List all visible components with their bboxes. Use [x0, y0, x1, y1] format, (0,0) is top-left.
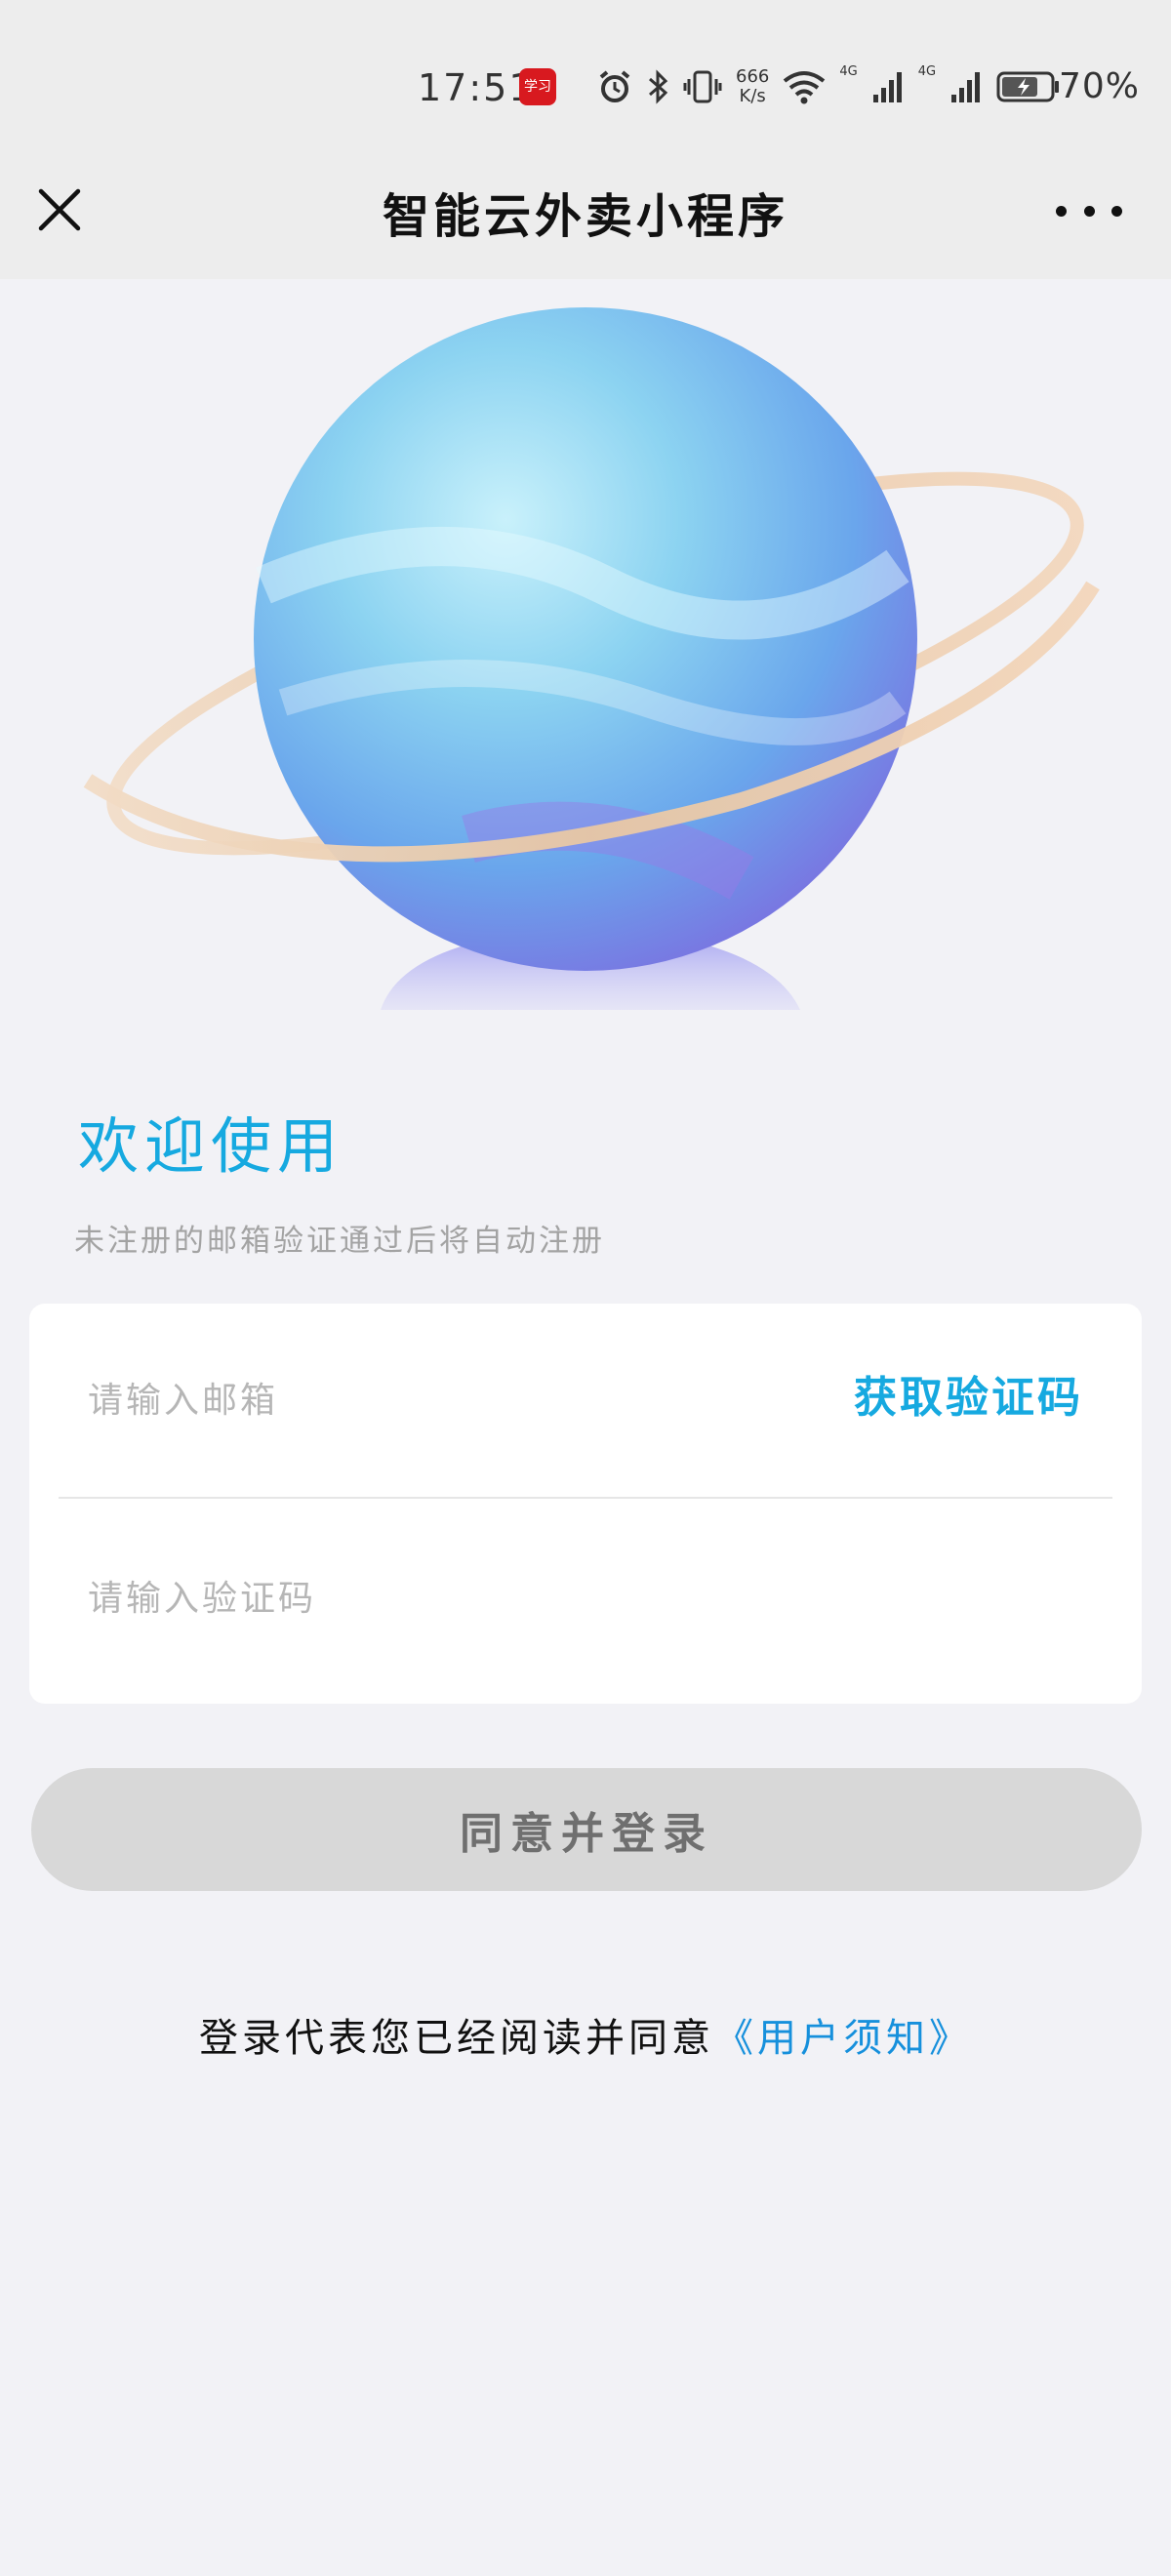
- study-app-icon: 学习: [519, 68, 556, 105]
- vibrate-icon: [683, 70, 722, 103]
- status-bar: 17:51 学习 666 K/s 4G 4G 70%: [0, 0, 1171, 156]
- network-speed-unit: K/s: [739, 86, 766, 106]
- login-form: 获取验证码: [29, 1304, 1142, 1704]
- battery-percentage: 70%: [1059, 66, 1141, 106]
- signal-icon: [951, 72, 981, 102]
- agreement-statement: 登录代表您已经阅读并同意: [199, 2016, 714, 2061]
- email-field-row: 获取验证码: [59, 1304, 1112, 1499]
- more-icon[interactable]: [1056, 191, 1122, 230]
- bluetooth-icon: [649, 69, 668, 104]
- status-icons: 666 K/s 4G 4G: [597, 62, 1061, 111]
- signal-icon: [872, 72, 902, 102]
- network-speed: 666 K/s: [736, 67, 769, 106]
- welcome-title: 欢迎使用: [78, 1110, 344, 1182]
- page-title: 智能云外卖小程序: [382, 189, 788, 244]
- wifi-icon: [784, 71, 826, 104]
- agree-login-button[interactable]: 同意并登录: [31, 1768, 1142, 1891]
- battery-icon: [996, 71, 1060, 102]
- planet-illustration: [83, 307, 1100, 1010]
- status-time: 17:51: [418, 66, 535, 109]
- get-code-button[interactable]: 获取验证码: [854, 1362, 1083, 1425]
- nav-bar: 智能云外卖小程序: [0, 156, 1171, 279]
- welcome-subtitle: 未注册的邮箱验证通过后将自动注册: [74, 1224, 605, 1259]
- email-input[interactable]: [59, 1380, 742, 1421]
- network-type-label: 4G: [839, 64, 858, 79]
- alarm-icon: [599, 70, 630, 102]
- network-type-label: 4G: [917, 64, 937, 79]
- user-notice-link[interactable]: 《用户须知》: [714, 2016, 972, 2061]
- network-speed-value: 666: [736, 66, 770, 87]
- verification-code-input[interactable]: [59, 1578, 742, 1619]
- code-field-row: [59, 1501, 1112, 1696]
- agreement-text: 登录代表您已经阅读并同意《用户须知》: [0, 2006, 1171, 2063]
